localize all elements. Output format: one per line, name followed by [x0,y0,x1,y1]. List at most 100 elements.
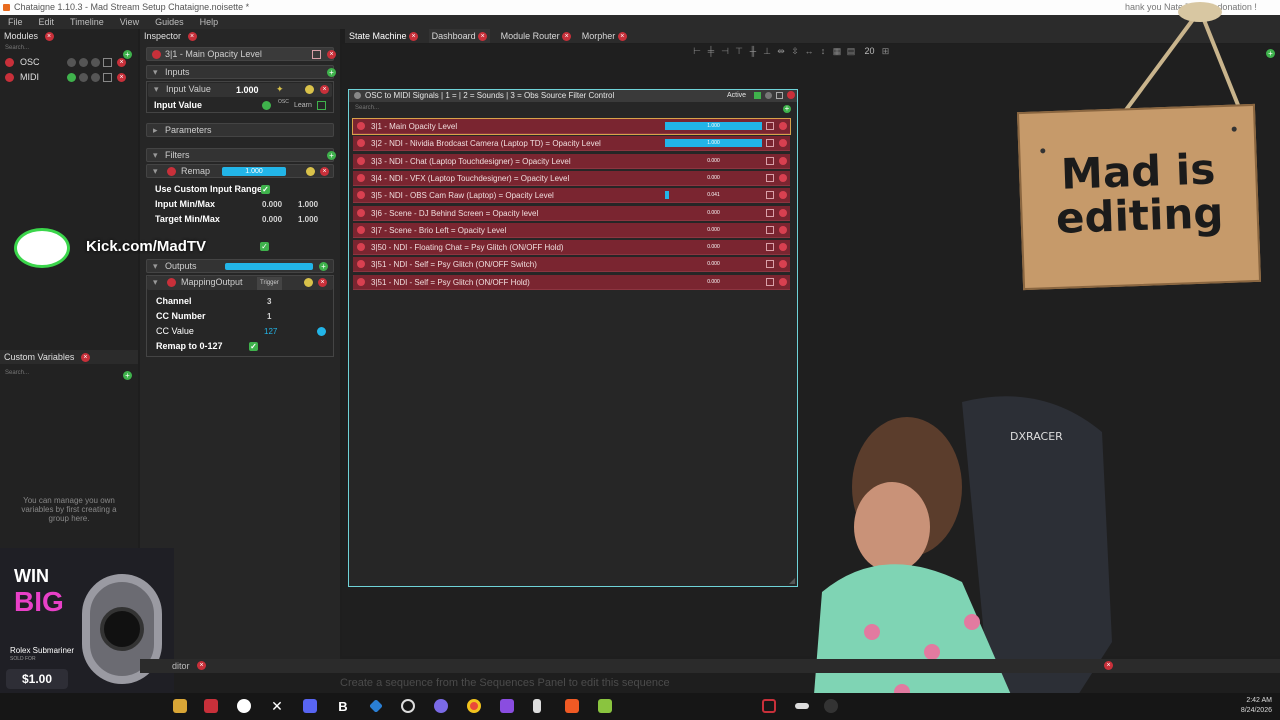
remove-module-icon[interactable]: × [117,58,126,67]
action-enable-icon[interactable] [357,173,365,182]
action-row[interactable]: 3|50 - NDI - Floating Chat = Psy Glitch … [353,240,790,256]
action-enable-icon[interactable] [357,139,365,148]
state-node-header[interactable]: OSC to MIDI Signals | 1 = | 2 = Sounds |… [349,90,797,102]
header-checkbox[interactable] [312,50,321,59]
action-checkbox[interactable] [766,225,774,234]
state-node[interactable]: OSC to MIDI Signals | 1 = | 2 = Sounds |… [348,89,798,587]
remove-action-icon[interactable] [779,156,787,165]
settings-icon[interactable] [91,58,100,67]
resize-handle[interactable]: ◢ [789,576,795,585]
channel-field[interactable]: 3 [267,294,271,309]
action-enable-icon[interactable] [357,156,365,165]
remove-action-icon[interactable] [779,139,787,148]
target-max-field[interactable]: 1.000 [298,212,318,227]
cc-value-field[interactable]: 127 [264,324,277,339]
remove-action-icon[interactable] [779,243,787,252]
action-checkbox[interactable] [766,260,774,269]
menu-help[interactable]: Help [200,17,219,27]
menu-guides[interactable]: Guides [155,17,184,27]
output-enable-icon[interactable] [167,278,176,287]
cc-number-field[interactable]: 1 [267,309,271,324]
remove-action-icon[interactable] [779,260,787,269]
snap-icon[interactable]: ▤ [844,46,858,57]
custom-vars-search[interactable]: Search... [0,368,138,378]
remove-filter-icon[interactable]: × [320,167,329,176]
input-value-field[interactable]: 1.000 [236,84,266,97]
tab-state-machine[interactable]: State Machine × [349,29,419,43]
action-checkbox[interactable] [766,243,774,252]
output-link-icon[interactable] [304,278,313,287]
action-row[interactable]: 3|51 - NDI - Self = Psy Glitch (ON/OFF S… [353,257,790,273]
tab-module-router[interactable]: Module Router × [501,29,572,43]
action-row[interactable]: 3|4 - NDI - VFX (Laptop Touchdesigner) =… [353,170,790,186]
remove-action-icon[interactable] [779,173,787,182]
remove-node-icon[interactable] [787,91,795,99]
modules-search[interactable]: Search... [0,43,138,53]
action-row[interactable]: 3|7 - Scene - Brio Left = Opacity Level 0… [353,222,790,238]
enable-checkbox[interactable] [103,73,112,82]
space-v-icon[interactable]: ↕ [816,46,830,56]
menu-view[interactable]: View [120,17,139,27]
app-icon[interactable] [533,699,541,713]
action-enable-icon[interactable] [357,243,365,252]
tab-morpher[interactable]: Morpher × [582,29,627,43]
x-icon[interactable]: ✕ [270,699,284,713]
action-checkbox[interactable] [766,122,774,130]
fit-icon[interactable]: ⊞ [879,46,893,57]
remove-module-icon[interactable]: × [117,73,126,82]
input-min-field[interactable]: 0.000 [262,197,282,212]
app-icon[interactable] [434,699,448,713]
filters-section[interactable]: ▾ Filters + [146,148,336,162]
input-max-field[interactable]: 1.000 [298,197,318,212]
action-enable-icon[interactable] [357,122,365,130]
align-bottom-icon[interactable]: ⊥ [760,46,774,57]
module-item-midi[interactable]: MIDI × [0,70,138,85]
learn-checkbox[interactable] [317,101,326,110]
action-row[interactable]: 3|3 - NDI - Chat (Laptop Touchdesigner) … [353,153,790,169]
close-panel-icon[interactable]: × [1104,661,1113,670]
brave-icon[interactable] [565,699,579,713]
tab-dashboard[interactable]: Dashboard × [428,29,491,43]
action-enable-icon[interactable] [357,277,365,286]
learn-label[interactable]: Learn [294,98,312,113]
node-toggle-icon[interactable] [765,92,772,99]
action-row[interactable]: 3|5 - NDI - OBS Cam Raw (Laptop) = Opaci… [353,188,790,204]
close-sequence-editor-icon[interactable]: × [197,661,206,670]
add-input-icon[interactable]: + [327,68,336,77]
action-enable-icon[interactable] [357,260,365,269]
action-checkbox[interactable] [766,156,774,165]
cc-value-link-icon[interactable] [317,327,326,336]
link-icon[interactable] [305,85,314,94]
align-right-icon[interactable]: ⊣ [718,46,732,57]
obs-icon[interactable] [824,699,838,713]
node-checkbox[interactable] [776,92,783,99]
close-tab-icon[interactable]: × [617,32,627,42]
action-checkbox[interactable] [766,173,774,182]
trigger-button[interactable]: Trigger [257,277,282,290]
app-icon[interactable] [369,699,383,713]
remove-output-icon[interactable]: × [318,278,327,287]
app-icon[interactable] [598,699,612,713]
chrome-icon[interactable] [467,699,481,713]
action-row[interactable]: 3|6 - Scene - DJ Behind Screen = Opacity… [353,205,790,221]
action-row[interactable]: 3|51 - NDI - Self = Psy Glitch (ON/OFF H… [353,274,790,290]
close-tab-icon[interactable]: × [562,32,572,42]
close-modules-icon[interactable]: × [44,32,54,42]
file-explorer-icon[interactable] [173,699,187,713]
menu-edit[interactable]: Edit [39,17,55,27]
grid-icon[interactable]: ▦ [830,46,844,57]
action-checkbox[interactable] [766,208,774,217]
align-top-icon[interactable]: ⊤ [732,46,746,57]
parameters-section[interactable]: ▸ Parameters [146,123,334,137]
distribute-h-icon[interactable]: ⇹ [774,46,788,57]
align-left-icon[interactable]: ⊢ [690,46,704,57]
close-custom-vars-icon[interactable]: × [80,353,90,363]
action-checkbox[interactable] [766,277,774,286]
app-icon[interactable] [795,703,809,709]
remove-icon[interactable]: × [327,50,336,59]
app-icon[interactable] [237,699,251,713]
action-checkbox[interactable] [766,139,774,148]
close-tab-icon[interactable]: × [409,32,419,42]
add-variable-group-icon[interactable]: + [123,371,132,380]
align-middle-icon[interactable]: ╫ [746,46,760,56]
